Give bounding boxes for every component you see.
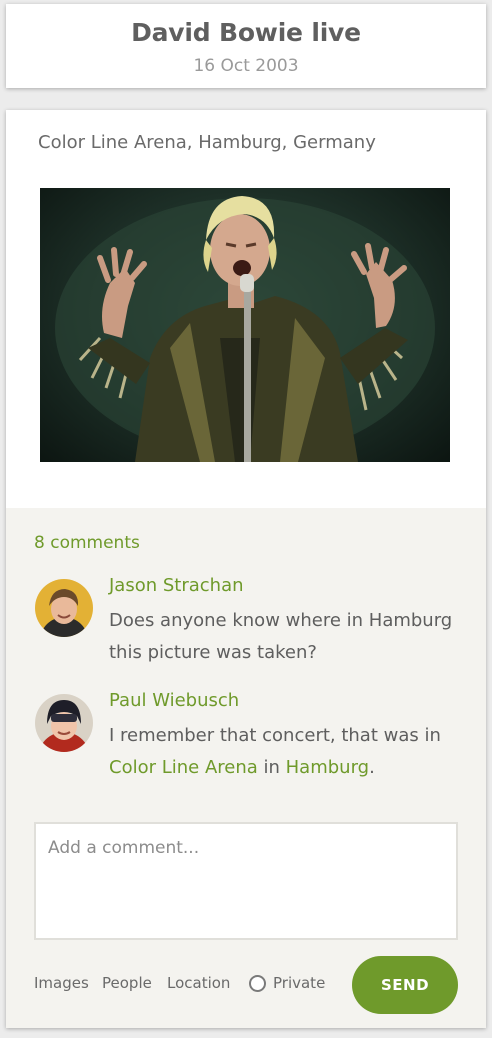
comment-author-link[interactable]: Jason Strachan <box>109 575 244 596</box>
header-card: David Bowie live 16 Oct 2003 <box>6 4 486 88</box>
venue-link[interactable]: Color Line Arena <box>109 757 258 778</box>
comment-text: I remember that concert, that was in Col… <box>109 720 465 784</box>
event-date: 16 Oct 2003 <box>193 56 299 76</box>
comment-text-part: in <box>257 757 286 778</box>
avatar-image <box>35 579 93 637</box>
comment-item: Jason Strachan Does anyone know where in… <box>35 575 465 663</box>
performer-illustration <box>55 196 435 462</box>
images-button[interactable]: Images <box>34 974 89 992</box>
concert-photo[interactable] <box>40 188 450 462</box>
comment-input[interactable] <box>34 822 458 940</box>
private-radio-icon[interactable] <box>249 975 266 992</box>
comment-author-link[interactable]: Paul Wiebusch <box>109 690 239 711</box>
comment-item: Paul Wiebusch I remember that concert, t… <box>35 690 465 778</box>
comment-text: Does anyone know where in Hamburg this p… <box>109 610 453 663</box>
comment-count-link[interactable]: 8 comments <box>34 533 140 553</box>
send-button[interactable]: SEND <box>352 956 458 1014</box>
avatar[interactable] <box>35 694 93 752</box>
avatar-image <box>35 694 93 752</box>
post-card: Color Line Arena, Hamburg, Germany 8 com… <box>6 110 486 1028</box>
private-label: Private <box>273 974 326 992</box>
people-button[interactable]: People <box>102 974 152 992</box>
location-button[interactable]: Location <box>167 974 230 992</box>
comment-text-part: I remember that concert, that was in <box>109 725 441 746</box>
comments-section: 8 comments Jason Strachan Does anyone kn… <box>6 508 486 1028</box>
city-link[interactable]: Hamburg <box>286 757 369 778</box>
location-text: Color Line Arena, Hamburg, Germany <box>38 132 376 153</box>
avatar[interactable] <box>35 579 93 637</box>
page-title: David Bowie live <box>131 18 361 47</box>
comment-text-part: . <box>369 757 375 778</box>
